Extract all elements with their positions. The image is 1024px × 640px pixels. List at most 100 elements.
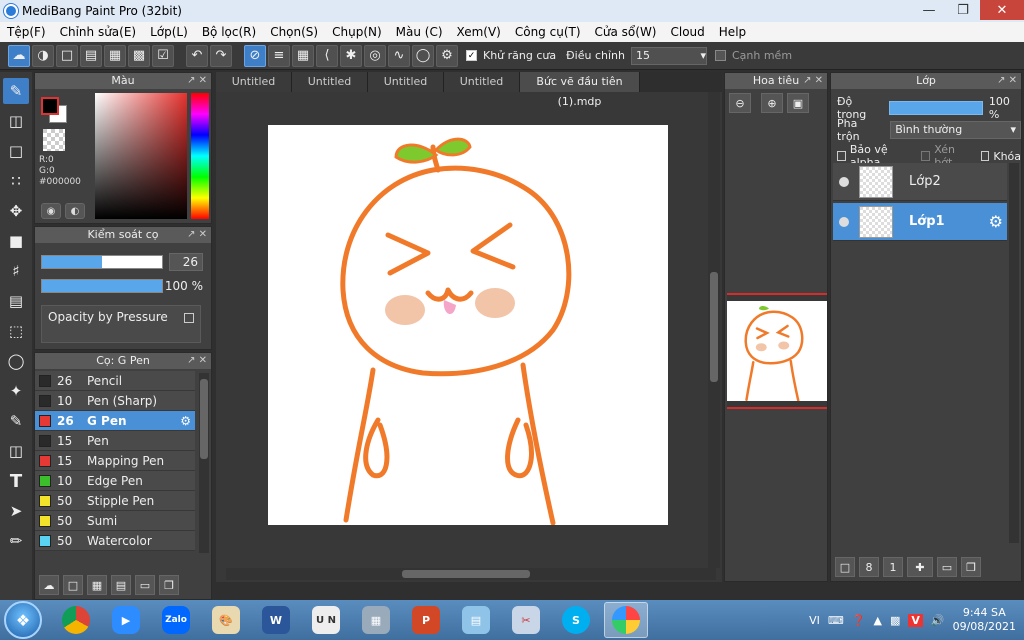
ellipse-snap-icon[interactable]: ◯: [412, 44, 434, 67]
menu-layer[interactable]: Lớp(L): [143, 25, 195, 39]
language-indicator[interactable]: VI: [809, 614, 820, 627]
clock[interactable]: 9:44 SA 09/08/2021: [953, 606, 1016, 634]
clipping-checkbox[interactable]: [921, 151, 931, 161]
brush-list-scrollbar[interactable]: [199, 373, 209, 553]
radial-snap2-icon[interactable]: ✱: [340, 44, 362, 67]
network-icon[interactable]: ▩: [890, 614, 900, 627]
hue-slider[interactable]: [191, 93, 209, 219]
navigator-preview-frame[interactable]: [727, 293, 827, 409]
lasso-tool-icon[interactable]: ◯: [3, 348, 29, 374]
saturation-value-picker[interactable]: [95, 93, 187, 219]
zoom-out-icon[interactable]: ⊖: [729, 93, 751, 113]
paint-taskbar-icon[interactable]: 🎨: [204, 602, 248, 638]
help-icon[interactable]: ❓: [852, 614, 866, 627]
select-pen-tool-icon[interactable]: ✎: [3, 408, 29, 434]
rect-tool-icon[interactable]: □: [3, 138, 29, 164]
select-rect-tool-icon[interactable]: ⬚: [3, 318, 29, 344]
protect-alpha-checkbox[interactable]: [837, 151, 846, 161]
brush-item[interactable]: 26 Pencil: [35, 371, 195, 391]
chrome-taskbar-icon[interactable]: [54, 602, 98, 638]
menu-file[interactable]: Tệp(F): [0, 25, 53, 39]
folder-icon[interactable]: ▭: [135, 575, 155, 595]
new-brush-icon[interactable]: □: [63, 575, 83, 595]
volume-icon[interactable]: 🔊: [931, 614, 945, 627]
antialias-checkbox[interactable]: ✓: [466, 50, 477, 61]
calculator-taskbar-icon[interactable]: ▦: [354, 602, 398, 638]
brush-item[interactable]: 50 Stipple Pen: [35, 491, 195, 511]
chat-icon[interactable]: ▤: [80, 44, 102, 67]
select-eraser-tool-icon[interactable]: ◫: [3, 438, 29, 464]
panel-close-icon[interactable]: ↗ ✕: [187, 227, 207, 243]
brush-settings-icon[interactable]: ▤: [111, 575, 131, 595]
minimize-button[interactable]: —: [912, 0, 946, 20]
transparent-color-swatch[interactable]: [43, 129, 65, 151]
lock-checkbox[interactable]: [980, 151, 990, 161]
panel-icon[interactable]: ▩: [128, 44, 150, 67]
brush-size-slider[interactable]: [41, 255, 163, 269]
tab-active-document[interactable]: Bức vẽ đầu tiên (1).mdp: [520, 72, 640, 108]
redo-icon[interactable]: ↷: [210, 44, 232, 67]
menu-tools[interactable]: Công cụ(T): [508, 25, 588, 39]
parallel-snap-icon[interactable]: ≡: [268, 44, 290, 67]
medibang-taskbar-icon[interactable]: [604, 602, 648, 638]
menu-window[interactable]: Cửa sổ(W): [588, 25, 664, 39]
zoom-taskbar-icon[interactable]: ▶: [104, 602, 148, 638]
skype-taskbar-icon[interactable]: S: [554, 602, 598, 638]
blend-mode-select[interactable]: Bình thường ▾: [890, 121, 1021, 139]
snipping-taskbar-icon[interactable]: ✂: [504, 602, 548, 638]
tab-untitled-2[interactable]: Untitled: [292, 72, 368, 92]
brush-opacity-slider[interactable]: [41, 279, 163, 293]
panel-close-icon[interactable]: ↗ ✕: [997, 73, 1017, 89]
word-taskbar-icon[interactable]: W: [254, 602, 298, 638]
opacity-pressure-checkbox[interactable]: [184, 313, 194, 323]
panel-close-icon[interactable]: ↗ ✕: [187, 73, 207, 89]
tab-untitled-3[interactable]: Untitled: [368, 72, 444, 92]
grid-snap-icon[interactable]: ▦: [292, 44, 314, 67]
visibility-eye-icon[interactable]: [839, 216, 849, 227]
new-1bit-layer-icon[interactable]: 1: [883, 557, 903, 577]
brush-item[interactable]: 15 Pen: [35, 431, 195, 451]
start-button-icon[interactable]: ❖: [4, 601, 42, 639]
layer-item-lop2[interactable]: Lớp2: [833, 163, 1007, 201]
checklist-icon[interactable]: ☑: [152, 44, 174, 67]
bucket-tool-icon[interactable]: ♯: [3, 258, 29, 284]
layer-item-lop1[interactable]: Lớp1 ⚙: [833, 203, 1007, 241]
ime-taskbar-icon[interactable]: U N: [304, 602, 348, 638]
brush-item[interactable]: 50 Watercolor: [35, 531, 195, 551]
zoom-in-icon[interactable]: ⊕: [761, 93, 783, 113]
menu-filter[interactable]: Bộ lọc(R): [195, 25, 263, 39]
add-brush-icon[interactable]: ▦: [87, 575, 107, 595]
brush-item[interactable]: 10 Edge Pen: [35, 471, 195, 491]
layer-list-scrollbar[interactable]: [1009, 163, 1019, 543]
canvas-vertical-scrollbar[interactable]: [708, 92, 720, 568]
text-tool-icon[interactable]: T: [3, 468, 29, 494]
tab-untitled-4[interactable]: Untitled: [444, 72, 520, 92]
duplicate-icon[interactable]: ❐: [159, 575, 179, 595]
zalo-taskbar-icon[interactable]: Zalo: [154, 602, 198, 638]
move-tool-icon[interactable]: ✥: [3, 198, 29, 224]
brush-tool-icon[interactable]: ✎: [3, 78, 29, 104]
canvas-horizontal-scrollbar[interactable]: [226, 568, 716, 580]
layer-settings-gear-icon[interactable]: ⚙: [989, 212, 1003, 231]
menu-snap[interactable]: Chụp(N): [325, 25, 389, 39]
restore-button[interactable]: ❐: [946, 0, 980, 20]
brush-size-value[interactable]: 26: [169, 253, 203, 271]
foreground-color-swatch[interactable]: [41, 97, 59, 115]
menu-cloud[interactable]: Cloud: [664, 25, 712, 39]
new-halftone-layer-icon[interactable]: 8: [859, 557, 879, 577]
menu-view[interactable]: Xem(V): [450, 25, 508, 39]
cloud-icon[interactable]: ☁: [8, 44, 30, 67]
dot-tool-icon[interactable]: ∷: [3, 168, 29, 194]
keyboard-icon[interactable]: ⌨: [828, 614, 844, 627]
fill-rect-tool-icon[interactable]: ■: [3, 228, 29, 254]
drawing-canvas[interactable]: [268, 125, 668, 526]
snap-off-icon[interactable]: ⊘: [244, 44, 266, 67]
curve-snap-icon[interactable]: ∿: [388, 44, 410, 67]
menu-select[interactable]: Chọn(S): [263, 25, 325, 39]
menu-help[interactable]: Help: [712, 25, 753, 39]
panel-close-icon[interactable]: ↗ ✕: [187, 353, 207, 369]
page-icon[interactable]: ▦: [104, 44, 126, 67]
eyedropper-tool-icon[interactable]: ✏: [3, 528, 29, 554]
fit-screen-icon[interactable]: ▣: [787, 93, 809, 113]
panel-close-icon[interactable]: ↗ ✕: [803, 73, 823, 89]
